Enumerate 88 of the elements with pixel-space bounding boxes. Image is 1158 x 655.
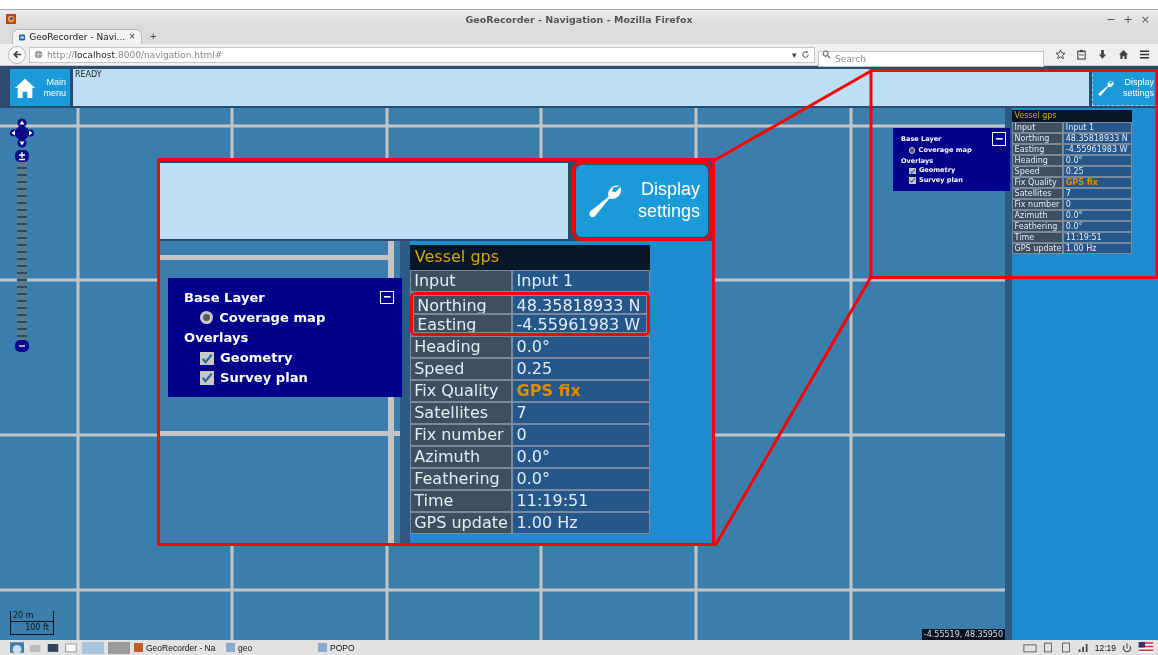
flag-icon[interactable] xyxy=(1138,642,1154,653)
layer-label: Coverage map xyxy=(219,308,326,327)
search-icon xyxy=(822,50,831,59)
coordinates-readout: -4.55519, 48.35950 xyxy=(921,629,1005,640)
table-cell: -4.55961983 W xyxy=(512,313,647,333)
table-cell: 0.25 xyxy=(1063,166,1132,178)
table-cell: GPS update xyxy=(410,511,513,534)
start-icon[interactable] xyxy=(10,642,24,653)
url-text: http://localhost:8000/navigation.html# xyxy=(47,49,223,60)
dropdown-button[interactable]: ▾ xyxy=(792,49,797,60)
table-cell: 0.0° xyxy=(1063,155,1132,167)
folder-icon xyxy=(318,643,327,652)
scale-bar: 20 m 100 ft xyxy=(10,611,54,635)
table-cell: 7 xyxy=(1063,188,1132,200)
layer-heading: Base Layer xyxy=(184,288,265,307)
window-control[interactable]: + xyxy=(1121,13,1135,25)
clipboard-icon[interactable] xyxy=(1076,49,1087,60)
pan-control-icon[interactable] xyxy=(10,118,34,148)
table-cell: 0.0° xyxy=(512,467,650,490)
layer-heading: Overlays xyxy=(184,329,250,348)
table-cell: 0 xyxy=(1063,199,1132,211)
table-cell: 0.0° xyxy=(1063,210,1132,222)
browser-tab[interactable]: GeoRecorder - Navi... × xyxy=(12,29,142,44)
table-cell: 11:19:51 xyxy=(1063,232,1132,244)
taskbar-item[interactable]: geo xyxy=(226,642,314,653)
status-text: READY xyxy=(75,70,102,79)
table-cell: Speed xyxy=(410,357,513,380)
taskbar-item[interactable]: POPO xyxy=(318,642,406,653)
table-cell: Heading xyxy=(410,335,513,358)
window-title: GeoRecorder - Navigation - Mozilla Firefox xyxy=(465,13,693,25)
tab-title: GeoRecorder - Navi... xyxy=(29,32,126,42)
checkbox[interactable] xyxy=(909,177,916,185)
table-cell: Fix number xyxy=(410,423,513,446)
table-cell: GPS update xyxy=(1012,243,1064,255)
table-cell: 11:19:51 xyxy=(512,489,650,512)
table-cell: Input 1 xyxy=(512,269,650,292)
table-cell: 0.0° xyxy=(1063,221,1132,233)
close-tab-button[interactable]: × xyxy=(129,32,135,42)
table-title: Vessel gps xyxy=(410,245,650,270)
table-title: Vessel gps xyxy=(1012,110,1132,123)
radio-button[interactable] xyxy=(909,147,916,154)
table-cell: 7 xyxy=(512,401,650,424)
table-cell: Input 1 xyxy=(1063,122,1132,134)
signal-icon[interactable] xyxy=(1076,642,1091,653)
folder-icon xyxy=(226,643,235,652)
minimize-button[interactable] xyxy=(380,290,394,304)
download-icon[interactable] xyxy=(1097,49,1108,60)
window-control[interactable]: × xyxy=(1138,13,1152,25)
globe-icon xyxy=(34,50,43,59)
table-cell: 1.00 Hz xyxy=(512,511,650,534)
house-icon xyxy=(14,76,36,99)
menu-icon[interactable] xyxy=(1139,49,1150,60)
clock: 12:19 xyxy=(1094,642,1116,653)
address-field[interactable]: http://localhost:8000/navigation.html# ▾ xyxy=(29,46,815,63)
taskbar-item[interactable]: GeoRecorder - Na xyxy=(134,642,222,653)
search-field[interactable]: Search xyxy=(818,50,1044,67)
firefox-icon xyxy=(6,14,16,24)
layer-label: Survey plan xyxy=(220,369,308,388)
home-icon[interactable] xyxy=(1118,49,1129,60)
table-cell: 1.00 Hz xyxy=(1063,243,1132,255)
layer-label: Geometry xyxy=(220,349,293,368)
radio-button[interactable] xyxy=(200,311,213,325)
back-button[interactable] xyxy=(8,45,26,64)
table-cell: Fix Quality xyxy=(410,379,513,402)
checkbox[interactable] xyxy=(200,351,214,366)
table-cell: 0.0° xyxy=(512,445,650,468)
table-cell: 48.35818933 N xyxy=(512,294,647,314)
star-icon[interactable] xyxy=(1055,49,1066,60)
firefox-icon xyxy=(134,643,143,652)
table-cell: Feathering xyxy=(410,467,513,490)
table-cell: GPS fix xyxy=(512,379,650,402)
checkbox[interactable] xyxy=(200,371,214,385)
minimize-button[interactable] xyxy=(992,132,1006,146)
checkbox[interactable] xyxy=(909,167,916,175)
reload-icon[interactable] xyxy=(801,50,810,59)
monitor-icon[interactable] xyxy=(46,642,60,653)
table-cell: Azimuth xyxy=(410,445,513,468)
table-cell: Input xyxy=(410,269,513,292)
table-cell: Satellites xyxy=(410,401,513,424)
power-icon[interactable] xyxy=(1120,642,1134,653)
app-icon xyxy=(19,32,26,42)
table-cell: 0 xyxy=(512,423,650,446)
table-cell: 0.25 xyxy=(512,357,650,380)
table-cell: 0.0° xyxy=(512,335,650,358)
new-tab-button[interactable]: + xyxy=(142,29,165,44)
table-cell: Time xyxy=(410,489,513,512)
window-control[interactable]: − xyxy=(1104,13,1118,25)
back-arrow-icon xyxy=(11,49,23,60)
